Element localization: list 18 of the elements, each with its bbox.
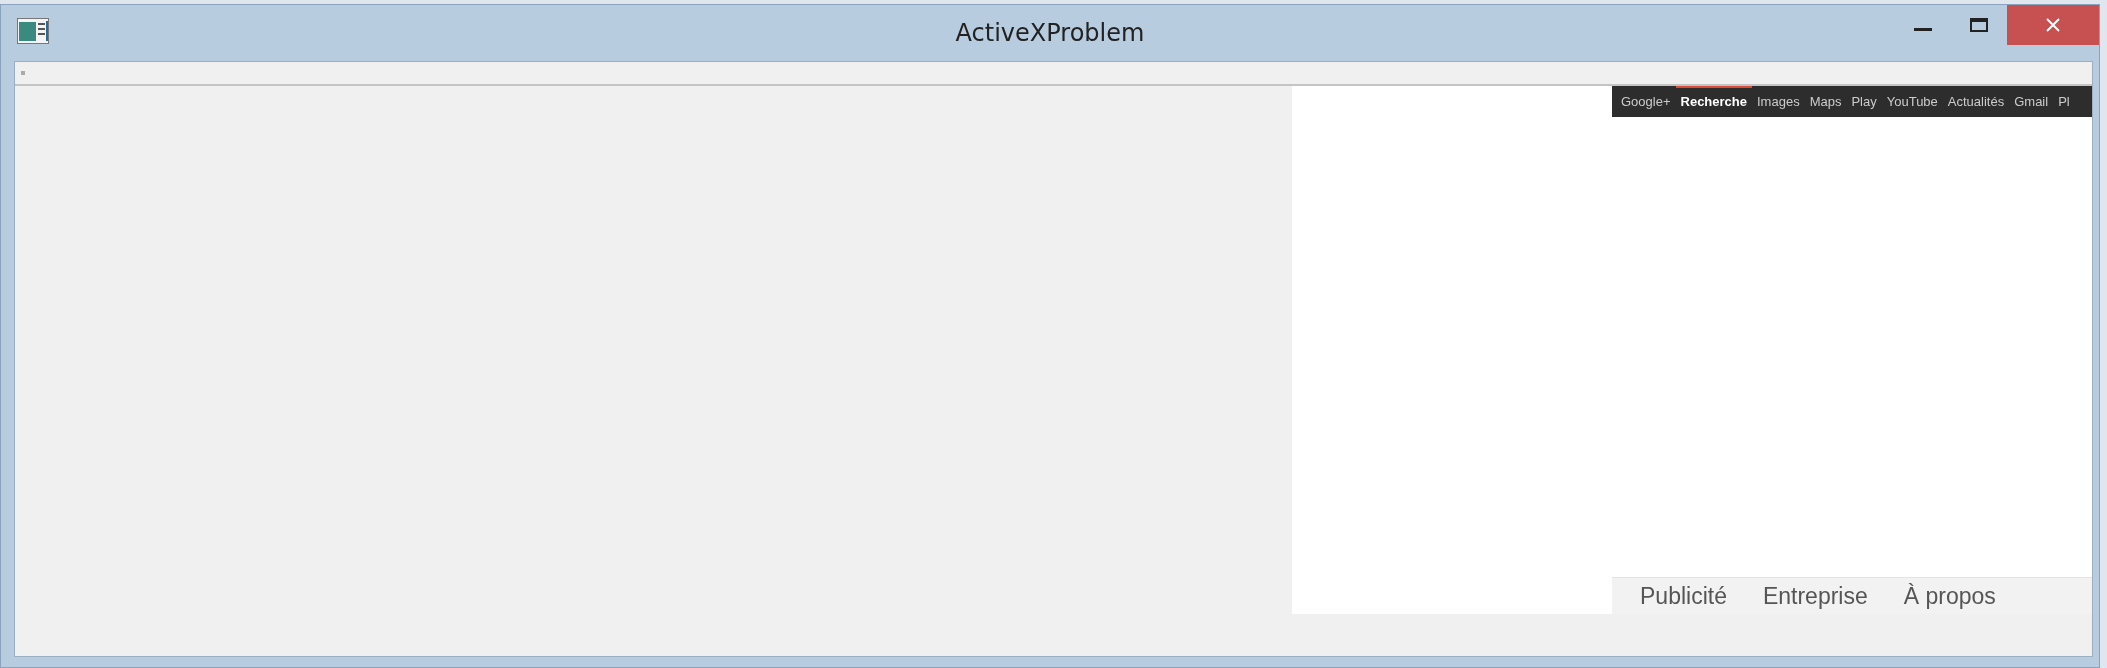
nav-link[interactable]: Pl xyxy=(2053,86,2075,117)
close-icon xyxy=(2046,18,2060,32)
nav-link[interactable]: Google+ xyxy=(1616,86,1676,117)
grip-icon[interactable] xyxy=(21,71,25,75)
footer-link[interactable]: Entreprise xyxy=(1762,582,1868,610)
nav-link[interactable]: Maps xyxy=(1804,86,1847,117)
nav-link[interactable]: Play xyxy=(1846,86,1882,117)
nav-link[interactable]: Gmail xyxy=(2009,86,2054,117)
maximize-icon xyxy=(1970,18,1988,32)
window-title: ActiveXProblem xyxy=(955,19,1145,47)
nav-link[interactable]: YouTube xyxy=(1881,86,1943,117)
footer-link[interactable]: Publicité xyxy=(1640,582,1727,610)
app-icon xyxy=(17,18,49,44)
nav-link[interactable]: Images xyxy=(1752,86,1805,117)
nav-link[interactable]: Actualités xyxy=(1942,86,2010,117)
nav-link[interactable]: Recherche xyxy=(1675,86,1752,117)
footer-link[interactable]: À propos xyxy=(1903,582,1996,610)
minimize-icon xyxy=(1914,28,1932,31)
